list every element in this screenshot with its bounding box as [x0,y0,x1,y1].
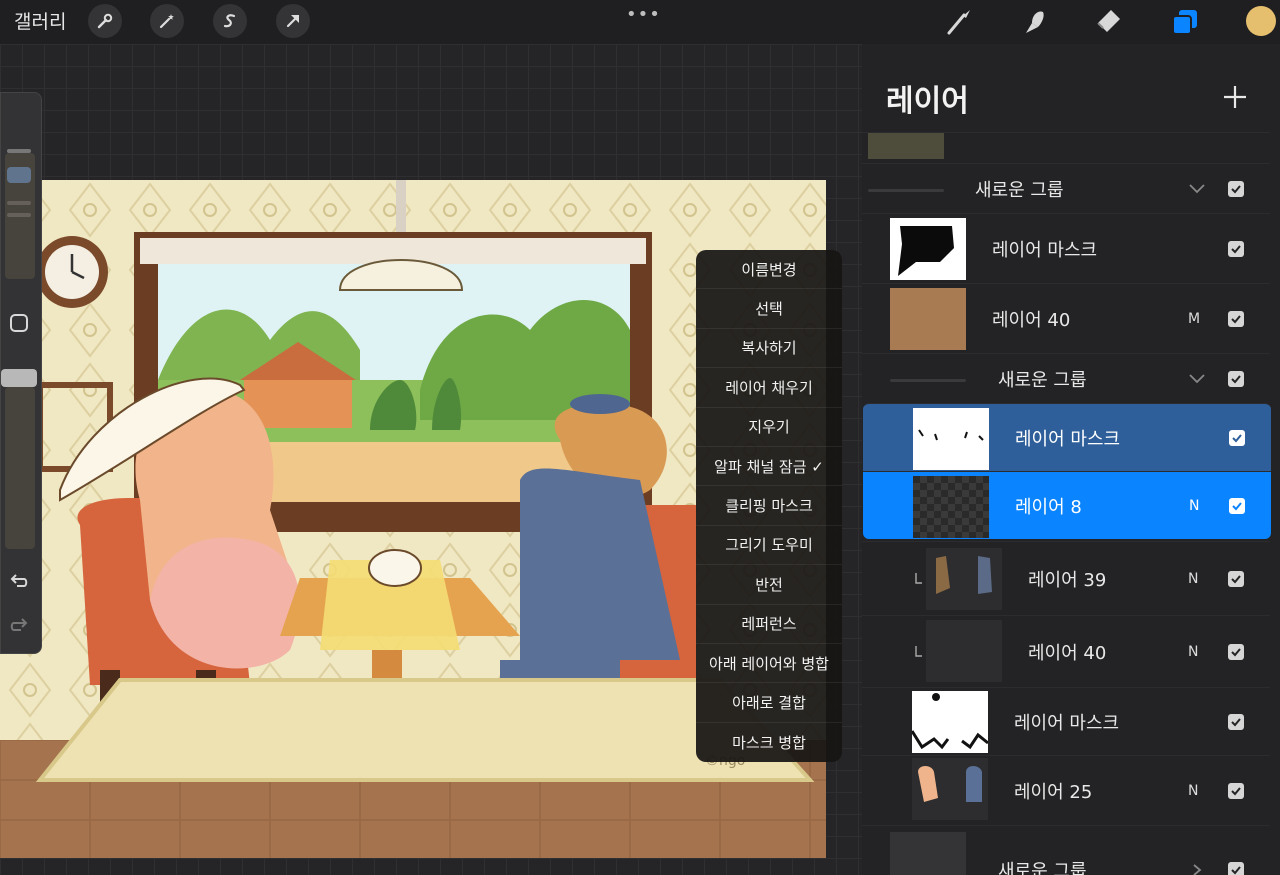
group-thumbnail [890,832,966,875]
opacity-slider-handle[interactable] [1,369,37,387]
layer-name: 레이어 40 [1028,642,1107,664]
clip-arrow-icon [915,645,922,657]
color-swatch[interactable] [1246,6,1276,36]
more-options-icon[interactable]: ••• [626,4,661,25]
visibility-checkbox[interactable] [1228,240,1244,257]
group-row[interactable]: 새로운 그룹 [862,353,1270,403]
left-sidebar [0,92,42,654]
layer-row[interactable] [862,132,1270,163]
undo-icon[interactable] [7,569,31,593]
chevron-down-icon[interactable] [1188,373,1206,385]
brush-size-slider[interactable] [5,153,35,279]
group-name: 새로운 그룹 [998,861,1087,875]
top-toolbar: 갤러리 ••• [0,0,1280,44]
redo-icon[interactable] [7,613,31,637]
visibility-checkbox[interactable] [1228,643,1244,660]
layer-thumbnail [926,620,1002,682]
layer-name: 레이어 25 [1014,781,1093,803]
selection-s-icon[interactable] [213,4,247,38]
menu-item-reference[interactable]: 레퍼런스 [696,605,842,644]
blend-mode-label[interactable]: N [1188,783,1198,799]
blend-mode-label[interactable]: N [1189,498,1199,514]
layer-row[interactable]: 레이어 39 N [862,541,1270,615]
layer-thumbnail [912,758,988,820]
brush-icon[interactable] [942,5,976,39]
layer-row[interactable]: 레이어 25 N [862,755,1270,825]
menu-item-clipping-mask[interactable]: 클리핑 마스크 [696,486,842,526]
menu-item-rename[interactable]: 이름변경 [696,250,842,290]
opacity-slider[interactable] [5,387,35,549]
layer-row[interactable]: 레이어 마스크 [862,213,1270,283]
gallery-button[interactable]: 갤러리 [14,7,66,34]
layer-thumbnail [868,133,944,159]
group-line [890,378,966,382]
layer-thumbnail [926,548,1002,610]
layers-panel: 레이어 새로운 그룹 레이어 마스크 레이어 40 M 새로운 그룹 레이어 마… [862,44,1280,875]
group-row[interactable]: 새로운 그룹 [862,163,1270,213]
plus-icon[interactable] [1222,84,1248,110]
magic-wand-icon[interactable] [150,4,184,38]
chevron-down-icon[interactable] [1188,183,1206,195]
clip-arrow-icon [915,572,922,584]
visibility-checkbox[interactable] [1228,782,1244,799]
layer-thumbnail [890,288,966,350]
menu-item-clear[interactable]: 지우기 [696,408,842,447]
layers-icon[interactable] [1168,5,1202,39]
wrench-icon[interactable] [88,4,122,38]
visibility-checkbox[interactable] [1228,862,1244,875]
panel-title: 레이어 [886,84,969,119]
layer-row-selected[interactable]: 레이어 8 N [863,471,1271,539]
visibility-checkbox[interactable] [1228,180,1244,197]
layer-row[interactable]: 레이어 마스크 [862,687,1270,755]
chevron-right-icon[interactable] [1188,864,1206,875]
layer-name: 레이어 39 [1028,569,1107,591]
visibility-checkbox[interactable] [1228,370,1244,387]
mask-thumbnail [913,408,989,470]
group-name: 새로운 그룹 [998,369,1087,391]
visibility-checkbox[interactable] [1228,310,1244,327]
arrow-transform-icon[interactable] [276,4,310,38]
layer-name: 레이어 마스크 [1014,712,1120,734]
menu-item-alpha-lock[interactable]: 알파 채널 잠금 ✓ [696,447,842,487]
menu-item-invert[interactable]: 반전 [696,565,842,605]
menu-item-copy[interactable]: 복사하기 [696,329,842,369]
visibility-checkbox[interactable] [1229,429,1245,446]
group-row[interactable]: 새로운 그룹 [862,825,1270,875]
visibility-checkbox[interactable] [1228,570,1244,587]
square-modifier-icon[interactable] [7,311,31,335]
layer-thumbnail [913,476,989,538]
visibility-checkbox[interactable] [1228,713,1244,730]
menu-item-fill-layer[interactable]: 레이어 채우기 [696,368,842,408]
mask-thumbnail [890,218,966,280]
blend-mode-label[interactable]: M [1188,311,1200,327]
visibility-checkbox[interactable] [1229,497,1245,514]
menu-item-combine-down[interactable]: 아래로 결합 [696,683,842,723]
smudge-icon[interactable] [1016,5,1050,39]
layer-name: 레이어 40 [992,309,1071,331]
layer-name: 레이어 마스크 [992,239,1098,261]
layer-row-selected-mask[interactable]: 레이어 마스크 [863,403,1271,471]
layer-name: 레이어 마스크 [1015,428,1121,450]
group-name: 새로운 그룹 [975,179,1064,201]
layer-name: 레이어 8 [1015,496,1082,518]
mask-thumbnail [910,691,989,753]
layer-row[interactable]: 레이어 40 N [862,615,1270,687]
menu-item-merge-mask[interactable]: 마스크 병합 [696,723,842,762]
layer-options-menu: 이름변경 선택 복사하기 레이어 채우기 지우기 알파 채널 잠금 ✓ 클리핑 … [696,250,842,762]
menu-item-select[interactable]: 선택 [696,289,842,329]
group-line [868,188,944,192]
menu-item-merge-down[interactable]: 아래 레이어와 병합 [696,644,842,684]
layer-row[interactable]: 레이어 40 M [862,283,1270,353]
eraser-icon[interactable] [1092,5,1126,39]
blend-mode-label[interactable]: N [1188,571,1198,587]
menu-item-drawing-guide[interactable]: 그리기 도우미 [696,526,842,566]
blend-mode-label[interactable]: N [1188,644,1198,660]
